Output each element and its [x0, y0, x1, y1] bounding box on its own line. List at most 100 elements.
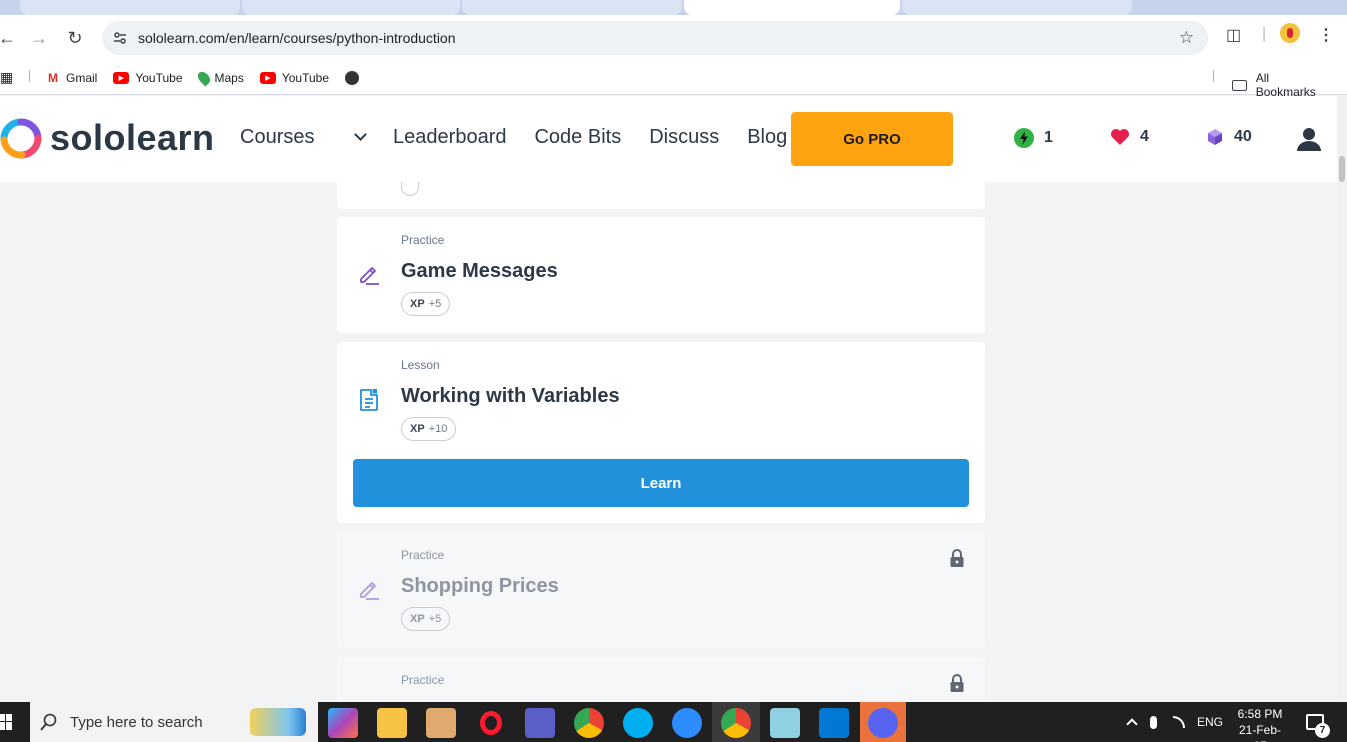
page-scrollbar[interactable] — [1337, 96, 1347, 702]
streak-counter[interactable]: 1 — [1014, 128, 1053, 148]
sololearn-logo-icon — [0, 118, 42, 159]
card-type-label: Practice — [401, 673, 445, 687]
bookmark-youtube[interactable]: ▶ YouTube — [113, 71, 183, 85]
bookmark-maps[interactable]: Maps — [195, 69, 244, 87]
nav-discuss[interactable]: Discuss — [649, 126, 719, 149]
profile-avatar-icon[interactable] — [1280, 23, 1300, 43]
skype-icon[interactable] — [623, 708, 653, 738]
lock-icon — [950, 674, 964, 692]
language-indicator[interactable]: ENG — [1197, 715, 1223, 729]
forward-button[interactable]: → — [22, 21, 56, 55]
browser-toolbar: ← → ↻ sololearn.com/en/learn/courses/pyt… — [0, 15, 1347, 61]
extensions-icon[interactable]: ◫ — [1226, 25, 1241, 45]
browser-tab[interactable] — [20, 0, 240, 15]
go-pro-button[interactable]: Go PRO — [791, 112, 953, 166]
lesson-card-game-messages[interactable]: Practice Game Messages XP +5 — [337, 217, 985, 333]
scrollbar-thumb[interactable] — [1339, 156, 1345, 182]
lock-icon — [950, 549, 964, 567]
chrome-icon[interactable] — [574, 708, 604, 738]
browser-tab[interactable] — [242, 0, 460, 15]
youtube-icon: ▶ — [113, 72, 130, 84]
course-content: ​ Practice Game Messages XP +5 Lesson Wo… — [0, 182, 1337, 702]
heart-icon — [1111, 129, 1129, 145]
streak-count: 1 — [1044, 129, 1053, 146]
back-button[interactable]: ← — [0, 21, 24, 55]
system-tray: ENG — [1126, 702, 1223, 742]
bookmark-label: YouTube — [135, 71, 183, 85]
windows-start-icon[interactable] — [0, 714, 12, 730]
user-avatar-icon[interactable] — [1296, 126, 1322, 152]
sololearn-logo[interactable]: sololearn — [0, 116, 215, 160]
chrome-active-icon[interactable] — [721, 708, 751, 738]
bookmark-globe[interactable] — [345, 70, 359, 85]
bookmarks-divider: | — [28, 68, 32, 82]
chevron-up-icon[interactable] — [1126, 718, 1138, 730]
card-title: Working with Variables — [401, 385, 620, 407]
opera-ring — [480, 711, 502, 735]
xp-badge: XP +5 — [401, 292, 451, 316]
zoom-icon[interactable] — [672, 708, 702, 738]
learn-button[interactable]: Learn — [353, 459, 969, 507]
logo-text: sololearn — [50, 117, 215, 158]
hearts-counter[interactable]: 4 — [1110, 128, 1149, 146]
card-type-label: Lesson — [401, 358, 440, 372]
paint-icon[interactable] — [426, 708, 456, 738]
xp-label: XP — [410, 423, 425, 435]
toolbar-divider: | — [1262, 25, 1267, 42]
browser-tab[interactable] — [902, 0, 1132, 15]
lesson-card-previous[interactable]: ​ — [337, 182, 985, 209]
hearts-count: 4 — [1140, 128, 1149, 145]
teams-icon[interactable] — [525, 708, 555, 738]
reload-button[interactable]: ↻ — [58, 21, 92, 55]
lesson-card-working-with-variables[interactable]: Lesson Working with Variables XP +10 Lea… — [337, 342, 985, 523]
search-highlight-icon — [250, 708, 306, 736]
copilot-icon[interactable] — [328, 708, 358, 738]
vscode-icon[interactable] — [819, 708, 849, 738]
browser-tab[interactable] — [462, 0, 682, 15]
bits-counter[interactable]: 40 — [1206, 128, 1252, 146]
bookmark-label: Gmail — [66, 71, 98, 85]
reload-icon: ↻ — [67, 27, 83, 48]
taskbar-clock[interactable]: 6:58 PM 21-Feb-25 — [1234, 706, 1286, 742]
bookmark-youtube-2[interactable]: ▶ YouTube — [259, 71, 329, 85]
bookmark-label: YouTube — [281, 71, 329, 85]
file-explorer-icon[interactable] — [377, 708, 407, 738]
xp-badge: XP +10 — [401, 417, 457, 441]
bookmarks-bar: ▦ | M Gmail ▶ YouTube Maps ▶ YouTube | A… — [0, 61, 1347, 99]
microphone-icon[interactable] — [1150, 715, 1157, 729]
all-bookmarks-button[interactable]: All Bookmarks — [1232, 71, 1331, 99]
site-info-icon[interactable] — [112, 30, 128, 46]
bookmark-star-icon[interactable]: ☆ — [1179, 28, 1194, 48]
taskbar-search[interactable]: Type here to search — [30, 702, 318, 742]
card-type-label: Practice — [401, 548, 445, 562]
nav-code-bits[interactable]: Code Bits — [534, 126, 621, 149]
xp-badge: XP +5 — [401, 607, 451, 631]
youtube-icon: ▶ — [259, 72, 276, 84]
back-arrow-icon: ← — [0, 27, 16, 48]
browser-tab-active[interactable] — [684, 0, 900, 15]
clock-date: 21-Feb-25 — [1238, 723, 1282, 742]
bits-count: 40 — [1234, 128, 1252, 145]
apps-grid-icon[interactable]: ▦ — [0, 69, 13, 86]
cube-icon — [1208, 129, 1222, 145]
url-text: sololearn.com/en/learn/courses/python-in… — [138, 30, 456, 46]
discord-icon[interactable] — [868, 708, 898, 738]
nav-courses[interactable]: Courses — [240, 126, 367, 149]
opera-icon[interactable] — [476, 708, 506, 738]
bookmark-gmail[interactable]: M Gmail — [46, 71, 97, 85]
bookmark-label: Maps — [214, 71, 244, 85]
xp-label: XP — [410, 298, 425, 310]
browser-menu-icon[interactable]: ⋮ — [1318, 25, 1334, 45]
notepad-icon[interactable] — [770, 708, 800, 738]
address-bar[interactable]: sololearn.com/en/learn/courses/python-in… — [102, 21, 1208, 55]
nav-leaderboard[interactable]: Leaderboard — [393, 126, 506, 149]
lesson-card-shopping-prices: Practice Shopping Prices XP +5 — [337, 532, 985, 648]
xp-badge: ​ — [401, 182, 419, 196]
notification-count-badge: 7 — [1315, 723, 1330, 738]
wifi-icon[interactable] — [1173, 716, 1185, 728]
practice-pencil-icon — [360, 267, 379, 285]
globe-icon — [345, 70, 359, 85]
nav-blog[interactable]: Blog — [747, 126, 787, 149]
lesson-card-next: Practice — [337, 657, 985, 702]
nav-courses-label: Courses — [240, 126, 315, 148]
